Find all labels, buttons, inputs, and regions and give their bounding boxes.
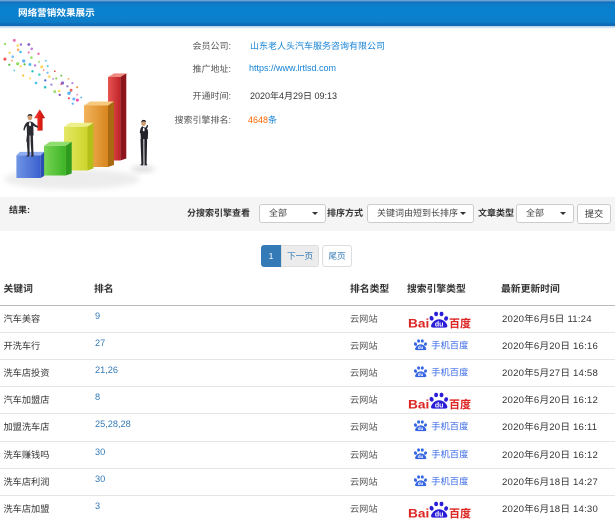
svg-text:手机百度: 手机百度 [431,447,468,460]
svg-text:手机百度: 手机百度 [431,474,468,487]
svg-text:du: du [418,372,424,377]
svg-text:du: du [418,454,424,459]
svg-text:du: du [418,481,424,486]
svg-text:Bai: Bai [408,317,429,330]
svg-text:手机百度: 手机百度 [431,365,468,378]
svg-text:du: du [435,511,444,518]
svg-text:百度: 百度 [449,316,472,330]
svg-text:du: du [418,345,424,350]
svg-text:du: du [418,427,424,432]
svg-text:百度: 百度 [449,397,472,411]
svg-text:手机百度: 手机百度 [431,338,468,351]
svg-text:Bai: Bai [408,398,429,411]
svg-text:Bai: Bai [408,506,429,519]
svg-text:手机百度: 手机百度 [431,419,468,432]
svg-text:du: du [435,321,444,328]
svg-text:du: du [435,403,444,410]
svg-text:百度: 百度 [449,505,472,519]
